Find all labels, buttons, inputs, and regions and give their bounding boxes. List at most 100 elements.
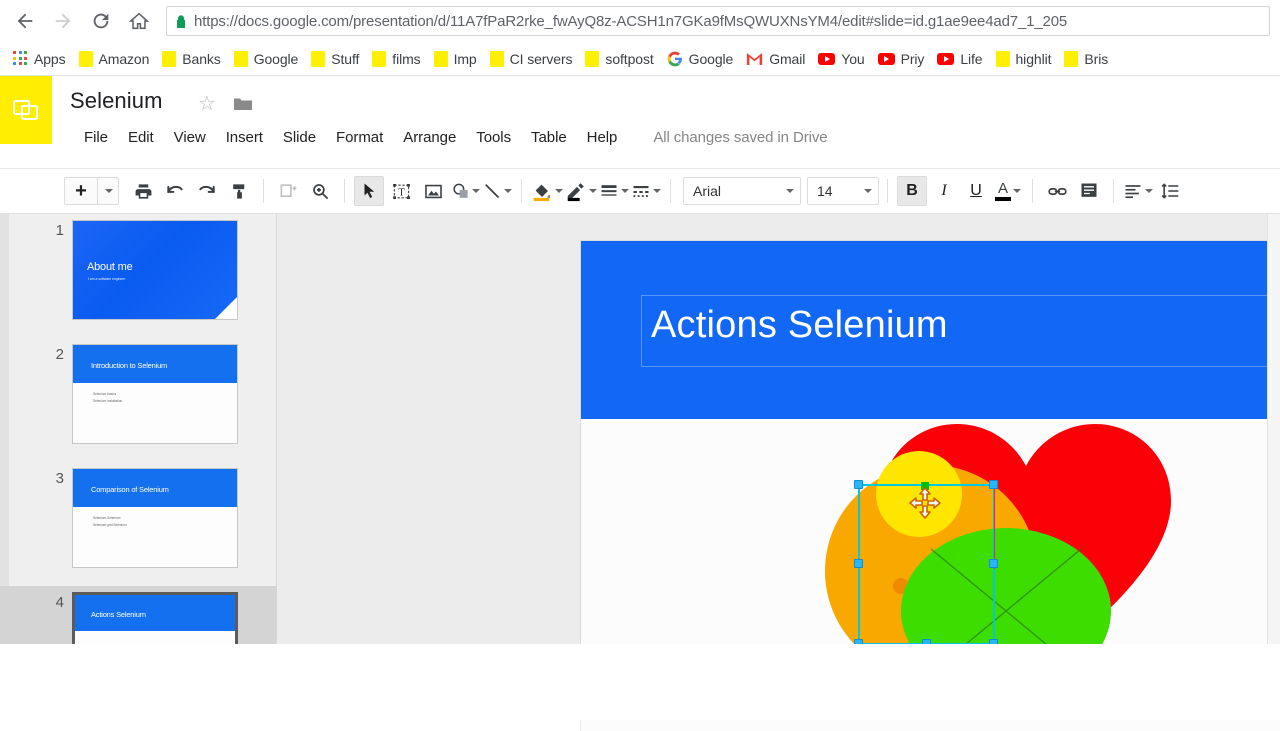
text-box-icon[interactable]: T	[386, 176, 416, 206]
resize-handle-middle-left[interactable]	[854, 559, 863, 568]
bookmark-amazon[interactable]: Amazon	[76, 46, 158, 72]
border-dash-icon[interactable]	[631, 176, 661, 206]
text-color-button[interactable]: A	[993, 176, 1023, 206]
menu-tools[interactable]: Tools	[466, 126, 521, 149]
bookmark-films[interactable]: films	[369, 46, 428, 72]
select-cursor-icon[interactable]	[354, 176, 384, 206]
new-slide-dropdown[interactable]	[98, 178, 118, 204]
bookmark-apps[interactable]: Apps	[10, 46, 74, 72]
slide-thumbnail[interactable]: Comparison of Selenium Selenium Selenium…	[72, 468, 238, 568]
youtube-icon	[877, 52, 895, 65]
line-spacing-icon[interactable]	[1155, 176, 1185, 206]
bookmark-banks[interactable]: Banks	[159, 46, 228, 72]
menu-insert[interactable]: Insert	[216, 126, 273, 149]
font-family-select[interactable]: Arial	[683, 177, 801, 205]
divider	[263, 179, 264, 203]
bold-button[interactable]: B	[897, 176, 927, 206]
home-button[interactable]	[120, 2, 158, 40]
resize-handle-top-left[interactable]	[854, 480, 863, 489]
zoom-icon[interactable]	[305, 176, 335, 206]
folder-icon	[585, 50, 600, 67]
menu-file[interactable]: File	[74, 126, 118, 149]
back-button[interactable]	[6, 2, 44, 40]
address-bar[interactable]: https://docs.google.com/presentation/d/1…	[166, 6, 1270, 36]
forward-button[interactable]	[44, 2, 82, 40]
bookmark-label: Google	[688, 50, 734, 67]
menu-table[interactable]: Table	[521, 126, 577, 149]
shape-icon[interactable]	[450, 176, 480, 206]
italic-button[interactable]: I	[929, 176, 959, 206]
print-icon[interactable]	[128, 176, 158, 206]
thumb-body: Selenium basics Selenium installation	[93, 392, 122, 406]
bookmark-label: highlit	[1015, 50, 1052, 67]
bookmark-stuff[interactable]: Stuff	[308, 46, 367, 72]
border-weight-icon[interactable]	[599, 176, 629, 206]
bookmark-priy[interactable]: Priy	[875, 46, 933, 72]
new-slide-button[interactable]: +	[64, 177, 119, 205]
folder-icon	[372, 50, 387, 67]
filmstrip-slide-2[interactable]: 2 Introduction to Selenium Selenium basi…	[0, 338, 276, 462]
bookmark-softpost[interactable]: softpost	[582, 46, 661, 72]
undo-icon[interactable]	[160, 176, 190, 206]
bookmark-google[interactable]: Google	[664, 46, 742, 72]
bookmark-highlit[interactable]: highlit	[993, 46, 1060, 72]
bookmark-ci-servers[interactable]: CI servers	[487, 46, 581, 72]
redo-icon[interactable]	[192, 176, 222, 206]
thumb-title: Comparison of Selenium	[91, 485, 169, 494]
app-header: Selenium ☆ File Edit View Insert Slide F…	[0, 76, 1280, 168]
star-outline-icon[interactable]: ☆	[198, 94, 216, 114]
chevron-down-icon	[555, 189, 563, 193]
page-title[interactable]: Selenium	[70, 88, 163, 114]
bookmark-gmail[interactable]: Gmail	[743, 46, 813, 72]
thumb-body: Selenium Selenium Selenium grid Selenium	[93, 516, 127, 530]
bookmark-label: Gmail	[769, 50, 806, 67]
menu-edit[interactable]: Edit	[118, 126, 164, 149]
folder-icon	[1064, 50, 1079, 67]
folder-icon	[489, 50, 504, 67]
chevron-down-icon	[1145, 189, 1153, 193]
bookmark-life[interactable]: Life	[934, 46, 990, 72]
resize-handle-top-right[interactable]	[989, 480, 998, 489]
layout-icon[interactable]	[273, 176, 303, 206]
bottom-strip	[0, 644, 1280, 720]
bookmark-imp[interactable]: Imp	[431, 46, 485, 72]
bookmark-label: Bris	[1084, 50, 1109, 67]
insert-comment-icon[interactable]	[1074, 176, 1104, 206]
insert-image-icon[interactable]	[418, 176, 448, 206]
bookmark-label: Amazon	[98, 50, 150, 67]
google-g-icon	[667, 51, 683, 67]
paint-format-icon[interactable]	[224, 176, 254, 206]
folder-icon	[233, 50, 248, 67]
menu-arrange[interactable]: Arrange	[393, 126, 466, 149]
menu-help[interactable]: Help	[577, 126, 628, 149]
bookmark-label: CI servers	[509, 50, 573, 67]
thumb-title: Introduction to Selenium	[91, 361, 168, 370]
slide-thumbnail[interactable]: Introduction to Selenium Selenium basics…	[72, 344, 238, 444]
font-size-select[interactable]: 14	[807, 177, 879, 205]
menu-format[interactable]: Format	[326, 126, 393, 149]
slide-thumbnail[interactable]: About me I am a software engineer	[72, 220, 238, 320]
bookmark-you[interactable]: You	[815, 46, 872, 72]
slide-number: 2	[55, 346, 64, 363]
divider	[344, 179, 345, 203]
bookmark-bris[interactable]: Bris	[1061, 46, 1116, 72]
menu-slide[interactable]: Slide	[273, 126, 326, 149]
google-slides-icon[interactable]	[0, 76, 52, 144]
divider	[887, 179, 888, 203]
reload-button[interactable]	[82, 2, 120, 40]
line-icon[interactable]	[482, 176, 512, 206]
move-cursor	[908, 486, 941, 519]
menu-view[interactable]: View	[164, 126, 216, 149]
fill-color-icon[interactable]	[531, 176, 563, 206]
align-left-icon[interactable]	[1123, 176, 1153, 206]
bookmark-google-folder[interactable]: Google	[231, 46, 307, 72]
filmstrip-slide-3[interactable]: 3 Comparison of Selenium Selenium Seleni…	[0, 462, 276, 586]
slide-number: 3	[55, 470, 64, 487]
insert-link-icon[interactable]	[1042, 176, 1072, 206]
filmstrip-slide-1[interactable]: 1 About me I am a software engineer	[0, 214, 276, 338]
move-to-folder-icon[interactable]	[233, 96, 253, 112]
resize-handle-middle-right[interactable]	[989, 559, 998, 568]
border-color-icon[interactable]	[565, 176, 597, 206]
thumb-bullet: Selenium basics	[93, 392, 117, 396]
underline-button[interactable]: U	[961, 176, 991, 206]
